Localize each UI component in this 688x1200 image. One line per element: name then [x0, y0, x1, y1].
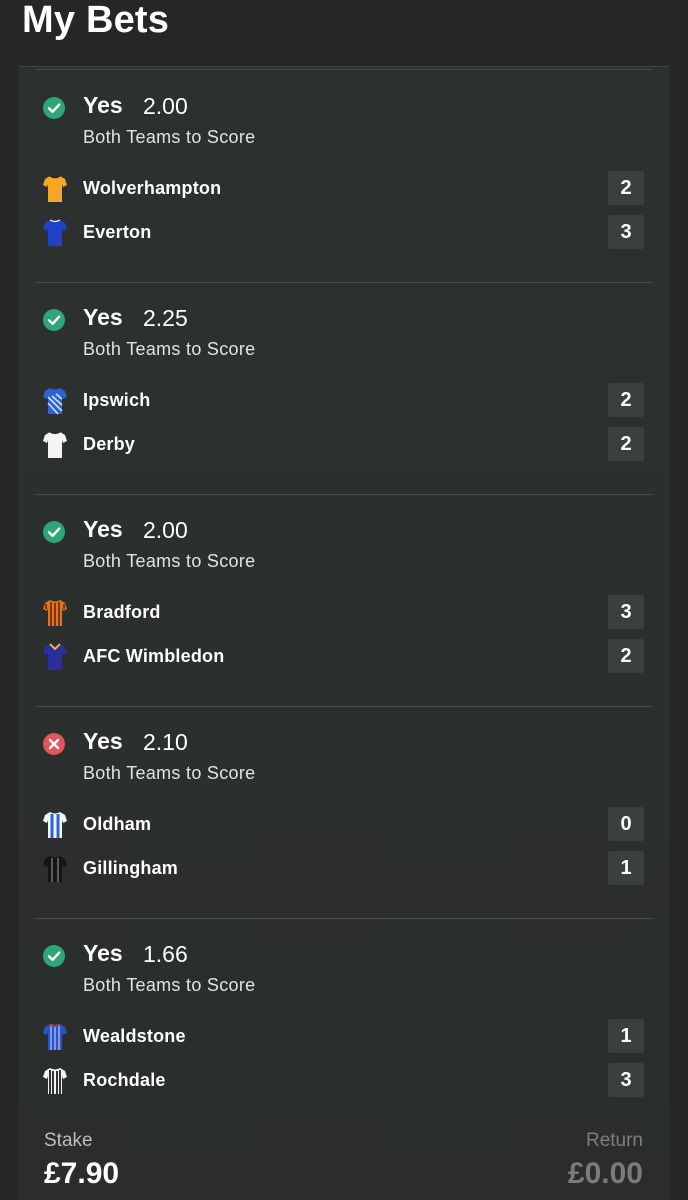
- team-name: Derby: [83, 434, 136, 454]
- team-name: Bradford: [83, 602, 161, 622]
- return-label: Return: [585, 1130, 643, 1151]
- team-row-home: Ipswich 2: [18, 383, 670, 419]
- team-row-away: AFC Wimbledon 2: [18, 639, 670, 675]
- ipswich-kit-icon: [43, 388, 67, 415]
- everton-kit-icon: [43, 219, 67, 246]
- wealdstone-kit-icon: [43, 1023, 67, 1050]
- score-box: 0: [608, 807, 644, 841]
- wolverhampton-kit-icon: [43, 175, 67, 202]
- check-circle-icon: [43, 97, 65, 119]
- team-row-away: Gillingham 1: [18, 851, 670, 887]
- team-row-home: Oldham 0: [18, 807, 670, 843]
- selection-label: Yes: [83, 516, 123, 542]
- team-name: Everton: [83, 222, 152, 242]
- team-name: Gillingham: [83, 858, 179, 878]
- bet-leg: Yes 2.00 Both Teams to Score Bradford 3 …: [18, 495, 670, 707]
- check-circle-icon: [43, 309, 65, 331]
- team-row-home: Bradford 3: [18, 595, 670, 631]
- market-name: Both Teams to Score: [83, 975, 256, 995]
- gillingham-kit-icon: [43, 856, 67, 882]
- check-circle-icon: [43, 945, 65, 967]
- stake-label: Stake: [44, 1130, 93, 1151]
- bet-slip-card[interactable]: Yes 2.00 Both Teams to Score Wolverhampt…: [18, 66, 670, 1200]
- score-box: 3: [608, 215, 644, 249]
- bet-leg: Yes 2.25 Both Teams to Score Ipswich 2 D…: [18, 283, 670, 495]
- team-row-away: Derby 2: [18, 427, 670, 463]
- score-box: 1: [608, 1019, 644, 1053]
- selection-label: Yes: [83, 940, 123, 966]
- market-name: Both Teams to Score: [83, 127, 256, 147]
- team-row-away: Everton 3: [18, 215, 670, 251]
- team-name: Wealdstone: [83, 1026, 186, 1046]
- rochdale-kit-icon: [43, 1068, 67, 1094]
- oldham-kit-icon: [43, 812, 67, 838]
- page-title: My Bets: [22, 0, 170, 41]
- bet-summary: Stake £7.90 Return £0.00: [18, 1125, 670, 1200]
- cross-circle-icon: [43, 733, 65, 755]
- derby-kit-icon: [43, 431, 67, 458]
- odds-value: 1.66: [143, 941, 188, 967]
- odds-value: 2.25: [143, 305, 188, 331]
- bet-leg: Yes 2.10 Both Teams to Score Oldham 0 Gi…: [18, 707, 670, 919]
- odds-value: 2.00: [143, 517, 188, 543]
- odds-value: 2.00: [143, 93, 188, 119]
- market-name: Both Teams to Score: [83, 763, 256, 783]
- score-box: 3: [608, 1063, 644, 1097]
- my-bets-screen: My Bets Yes 2.00 Both Teams to Score Wol…: [0, 0, 688, 1200]
- team-row-home: Wealdstone 1: [18, 1019, 670, 1055]
- check-circle-icon: [43, 521, 65, 543]
- divider: [35, 69, 653, 70]
- market-name: Both Teams to Score: [83, 339, 256, 359]
- return-value: £0.00: [567, 1157, 643, 1190]
- bradford-kit-icon: [43, 600, 67, 626]
- score-box: 3: [608, 595, 644, 629]
- score-box: 2: [608, 383, 644, 417]
- score-box: 2: [608, 427, 644, 461]
- stake-value: £7.90: [44, 1157, 120, 1190]
- team-name: AFC Wimbledon: [83, 646, 225, 666]
- afc-wimbledon-kit-icon: [43, 643, 67, 670]
- team-name: Rochdale: [83, 1070, 166, 1090]
- team-row-away: Rochdale 3: [18, 1063, 670, 1099]
- team-name: Ipswich: [83, 390, 151, 410]
- selection-label: Yes: [83, 92, 123, 118]
- odds-value: 2.10: [143, 729, 188, 755]
- bet-leg: Yes 2.00 Both Teams to Score Wolverhampt…: [18, 71, 670, 283]
- market-name: Both Teams to Score: [83, 551, 256, 571]
- team-row-home: Wolverhampton 2: [18, 171, 670, 207]
- selection-label: Yes: [83, 304, 123, 330]
- team-name: Oldham: [83, 814, 152, 834]
- score-box: 2: [608, 639, 644, 673]
- bet-leg: Yes 1.66 Both Teams to Score Wealdstone …: [18, 919, 670, 1131]
- selection-label: Yes: [83, 728, 123, 754]
- score-box: 2: [608, 171, 644, 205]
- score-box: 1: [608, 851, 644, 885]
- team-name: Wolverhampton: [83, 178, 222, 198]
